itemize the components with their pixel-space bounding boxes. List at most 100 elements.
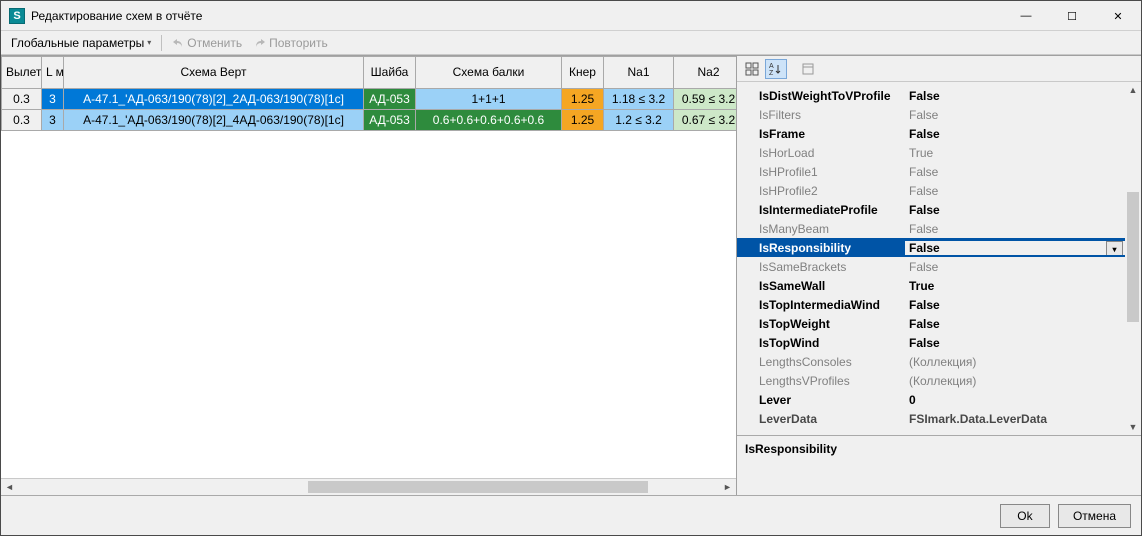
col-schb[interactable]: Схема балки bbox=[416, 57, 562, 89]
property-value[interactable]: 0 bbox=[905, 393, 1125, 407]
col-schv[interactable]: Схема Верт bbox=[64, 57, 364, 89]
cell-L[interactable]: 3 bbox=[42, 89, 64, 110]
cell-schb[interactable]: 0.6+0.6+0.6+0.6+0.6 bbox=[416, 110, 562, 131]
property-row[interactable]: IsTopIntermediaWindFalse bbox=[737, 295, 1125, 314]
cell-schv[interactable]: А-47.1_'АД-063/190(78)[2]_4АД-063/190(78… bbox=[64, 110, 364, 131]
col-L[interactable]: L м bbox=[42, 57, 64, 89]
property-value[interactable]: (Коллекция) bbox=[905, 355, 1125, 369]
scroll-up-arrow[interactable]: ▲ bbox=[1125, 82, 1141, 98]
cell-na2[interactable]: 0.67 ≤ 3.2 bbox=[674, 110, 737, 131]
property-value[interactable]: False bbox=[905, 222, 1125, 236]
property-value[interactable]: True bbox=[905, 146, 1125, 160]
scroll-thumb[interactable] bbox=[1127, 192, 1139, 322]
body: Вылет м L м Схема Верт Шайба Схема балки… bbox=[1, 55, 1141, 495]
property-row[interactable]: IsManyBeamFalse bbox=[737, 219, 1125, 238]
close-button[interactable]: ✕ bbox=[1095, 1, 1141, 31]
cell-shaiba[interactable]: АД-053 bbox=[364, 89, 416, 110]
col-vylet[interactable]: Вылет м bbox=[2, 57, 42, 89]
cancel-button[interactable]: Отмена bbox=[1058, 504, 1131, 528]
table-header-row: Вылет м L м Схема Верт Шайба Схема балки… bbox=[2, 57, 737, 89]
property-name: LeverData bbox=[737, 412, 905, 426]
property-toolbar: AZ bbox=[737, 56, 1141, 82]
cell-na1[interactable]: 1.2 ≤ 3.2 bbox=[604, 110, 674, 131]
property-row[interactable]: IsSameWallTrue bbox=[737, 276, 1125, 295]
scroll-right-arrow[interactable]: ► bbox=[719, 479, 736, 496]
cell-na1[interactable]: 1.18 ≤ 3.2 bbox=[604, 89, 674, 110]
redo-label: Повторить bbox=[269, 36, 328, 50]
redo-button[interactable]: Повторить bbox=[250, 35, 332, 51]
property-description-title: IsResponsibility bbox=[745, 442, 837, 456]
property-pages-button[interactable] bbox=[797, 59, 819, 79]
property-name: IsManyBeam bbox=[737, 222, 905, 236]
categorized-view-button[interactable] bbox=[741, 59, 763, 79]
property-row[interactable]: Lever0 bbox=[737, 390, 1125, 409]
undo-button[interactable]: Отменить bbox=[168, 35, 246, 51]
property-value[interactable]: False bbox=[905, 89, 1125, 103]
property-row[interactable]: IsHorLoadTrue bbox=[737, 143, 1125, 162]
property-row[interactable]: IsTopWeightFalse bbox=[737, 314, 1125, 333]
table-row[interactable]: 0.33А-47.1_'АД-063/190(78)[2]_2АД-063/19… bbox=[2, 89, 737, 110]
minimize-button[interactable]: — bbox=[1003, 1, 1049, 31]
scroll-down-arrow[interactable]: ▼ bbox=[1125, 419, 1141, 435]
property-row[interactable]: LeverDataFSImark.Data.LeverData bbox=[737, 409, 1125, 428]
maximize-button[interactable]: ☐ bbox=[1049, 1, 1095, 31]
scroll-thumb[interactable] bbox=[308, 481, 648, 493]
property-row[interactable]: IsHProfile1False bbox=[737, 162, 1125, 181]
property-value[interactable]: False bbox=[905, 165, 1125, 179]
property-name: LengthsConsoles bbox=[737, 355, 905, 369]
property-value[interactable]: False bbox=[905, 127, 1125, 141]
property-value[interactable]: False bbox=[905, 108, 1125, 122]
property-value[interactable]: True bbox=[905, 279, 1125, 293]
property-value[interactable]: False bbox=[905, 184, 1125, 198]
property-row[interactable]: IsIntermediateProfileFalse bbox=[737, 200, 1125, 219]
cell-kner[interactable]: 1.25 bbox=[562, 89, 604, 110]
cell-schv[interactable]: А-47.1_'АД-063/190(78)[2]_2АД-063/190(78… bbox=[64, 89, 364, 110]
property-value[interactable]: False bbox=[905, 336, 1125, 350]
property-value[interactable]: False bbox=[905, 298, 1125, 312]
property-row[interactable]: IsSameBracketsFalse bbox=[737, 257, 1125, 276]
property-row[interactable]: IsTopWindFalse bbox=[737, 333, 1125, 352]
col-na2[interactable]: Na2 bbox=[674, 57, 737, 89]
global-params-menu[interactable]: Глобальные параметры ▾ bbox=[7, 35, 155, 51]
cell-vylet[interactable]: 0.3 bbox=[2, 89, 42, 110]
ok-button[interactable]: Ok bbox=[1000, 504, 1050, 528]
undo-label: Отменить bbox=[187, 36, 242, 50]
col-na1[interactable]: Na1 bbox=[604, 57, 674, 89]
window-root: S Редактирование схем в отчёте — ☐ ✕ Гло… bbox=[0, 0, 1142, 536]
property-row[interactable]: IsFrameFalse bbox=[737, 124, 1125, 143]
scroll-track[interactable] bbox=[18, 479, 719, 496]
property-row[interactable]: IsDistWeightToVProfileFalse bbox=[737, 86, 1125, 105]
cell-shaiba[interactable]: АД-053 bbox=[364, 110, 416, 131]
property-value[interactable]: False bbox=[905, 317, 1125, 331]
col-shaiba[interactable]: Шайба bbox=[364, 57, 416, 89]
dropdown-button[interactable]: ▾ bbox=[1106, 241, 1123, 255]
property-value[interactable]: False bbox=[905, 203, 1125, 217]
property-row[interactable]: LengthsVProfiles(Коллекция) bbox=[737, 371, 1125, 390]
app-icon: S bbox=[9, 8, 25, 24]
property-row[interactable]: IsResponsibilityFalse▾ bbox=[737, 238, 1125, 257]
property-value[interactable]: FSImark.Data.LeverData bbox=[905, 412, 1125, 426]
property-value[interactable]: False bbox=[905, 260, 1125, 274]
property-name: IsHorLoad bbox=[737, 146, 905, 160]
schemes-grid-pane: Вылет м L м Схема Верт Шайба Схема балки… bbox=[1, 56, 737, 495]
property-name: Lever bbox=[737, 393, 905, 407]
cell-na2[interactable]: 0.59 ≤ 3.2 bbox=[674, 89, 737, 110]
property-value[interactable]: (Коллекция) bbox=[905, 374, 1125, 388]
cell-vylet[interactable]: 0.3 bbox=[2, 110, 42, 131]
cell-L[interactable]: 3 bbox=[42, 110, 64, 131]
property-row[interactable]: IsHProfile2False bbox=[737, 181, 1125, 200]
property-name: IsResponsibility bbox=[737, 241, 905, 255]
horizontal-scrollbar[interactable]: ◄ ► bbox=[1, 478, 736, 495]
cell-schb[interactable]: 1+1+1 bbox=[416, 89, 562, 110]
grid-wrapper: Вылет м L м Схема Верт Шайба Схема балки… bbox=[1, 56, 736, 478]
col-kner[interactable]: Кнер bbox=[562, 57, 604, 89]
cell-kner[interactable]: 1.25 bbox=[562, 110, 604, 131]
property-row[interactable]: LengthsConsoles(Коллекция) bbox=[737, 352, 1125, 371]
alphabetical-view-button[interactable]: AZ bbox=[765, 59, 787, 79]
vertical-scrollbar[interactable]: ▲ ▼ bbox=[1125, 82, 1141, 435]
property-row[interactable]: IsFiltersFalse bbox=[737, 105, 1125, 124]
property-value[interactable]: False▾ bbox=[905, 241, 1125, 255]
schemes-table: Вылет м L м Схема Верт Шайба Схема балки… bbox=[1, 56, 736, 131]
scroll-left-arrow[interactable]: ◄ bbox=[1, 479, 18, 496]
table-row[interactable]: 0.33А-47.1_'АД-063/190(78)[2]_4АД-063/19… bbox=[2, 110, 737, 131]
